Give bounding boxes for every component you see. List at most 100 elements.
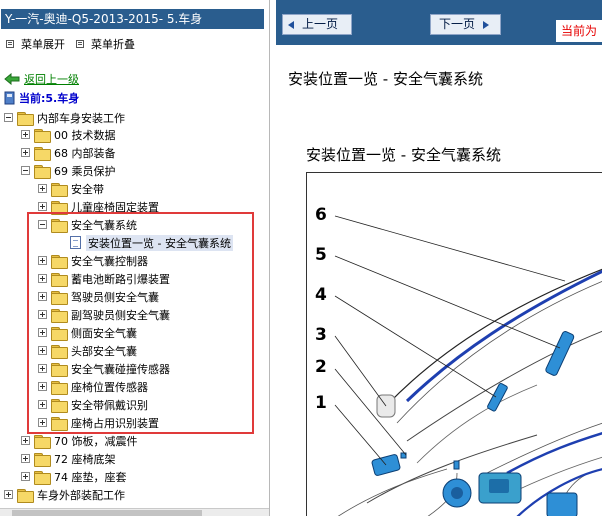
horizontal-scrollbar[interactable] <box>0 508 269 516</box>
callout-6: 6 <box>315 205 327 225</box>
folder-icon <box>51 362 68 377</box>
tree-node-airbag-overview[interactable]: 安装位置一览 - 安全气囊系统 <box>70 234 233 251</box>
tree-node-exterior-body[interactable]: 车身外部装配工作 <box>4 486 125 503</box>
expand-icon[interactable] <box>38 292 47 301</box>
expand-icon[interactable] <box>38 418 47 427</box>
tree-node-head-airbag[interactable]: 头部安全气囊 <box>38 342 137 359</box>
tree-node-label: 72 座椅底架 <box>54 452 116 466</box>
tree-node-side-airbag[interactable]: 侧面安全气囊 <box>38 324 137 341</box>
tree-node-passenger-airbag[interactable]: 副驾驶员侧安全气囊 <box>38 306 170 323</box>
tree-node-70[interactable]: 70 饰板，减震件 <box>21 432 138 449</box>
expand-icon[interactable] <box>21 148 30 157</box>
expand-icon[interactable] <box>38 256 47 265</box>
folder-icon <box>34 146 51 161</box>
tree-node-label: 69 乘员保护 <box>54 164 116 178</box>
tree-node-68[interactable]: 68 内部装备 <box>21 144 116 161</box>
document-icon <box>70 236 81 249</box>
tree-node-label: 侧面安全气囊 <box>71 326 137 340</box>
tree-node-label: 头部安全气囊 <box>71 344 137 358</box>
menu-icon <box>6 40 14 48</box>
expand-icon[interactable] <box>21 436 30 445</box>
folder-icon <box>51 182 68 197</box>
scrollbar-thumb[interactable] <box>12 510 202 516</box>
tree-node-69[interactable]: 69 乘员保护 <box>21 162 116 179</box>
tree-node-seatbelt[interactable]: 安全带 <box>38 180 104 197</box>
current-tab: 当前为 <box>556 20 602 42</box>
tree-node-label: 驾驶员侧安全气囊 <box>71 290 159 304</box>
expand-all-button[interactable]: 菜单展开 <box>6 36 65 52</box>
expand-icon[interactable] <box>38 310 47 319</box>
green-left-arrow-icon <box>4 73 20 85</box>
tree-node-00[interactable]: 00 技术数据 <box>21 126 116 143</box>
folder-icon <box>34 128 51 143</box>
current-location: 当前:5.车身 <box>4 90 79 106</box>
tree-node-label: 安全带佩戴识别 <box>71 398 148 412</box>
airbag-location-diagram: 6 5 4 3 2 1 <box>306 172 602 516</box>
tree-node-crash-sensor[interactable]: 安全气囊碰撞传感器 <box>38 360 170 377</box>
collapse-all-button[interactable]: 菜单折叠 <box>76 36 135 52</box>
tree-node-label: 座椅位置传感器 <box>71 380 148 394</box>
tree-node-label: 蓄电池断路引爆装置 <box>71 272 170 286</box>
tree-node-inner-body[interactable]: 内部车身安装工作 <box>4 109 125 126</box>
tree-node-seat-position-sensor[interactable]: 座椅位置传感器 <box>38 378 148 395</box>
collapse-icon[interactable] <box>21 166 30 175</box>
left-arrow-icon <box>288 20 294 29</box>
tree-node-airbag-system[interactable]: 安全气囊系统 <box>38 216 137 233</box>
expand-all-label: 菜单展开 <box>21 38 65 51</box>
expand-icon[interactable] <box>38 400 47 409</box>
tree-node-label: 副驾驶员侧安全气囊 <box>71 308 170 322</box>
folder-icon <box>34 470 51 485</box>
tree-node-driver-airbag[interactable]: 驾驶员侧安全气囊 <box>38 288 159 305</box>
callout-5: 5 <box>315 245 327 265</box>
folder-icon <box>51 380 68 395</box>
callout-2: 2 <box>315 357 327 377</box>
folder-icon <box>51 398 68 413</box>
tree-node-label: 内部车身安装工作 <box>37 111 125 125</box>
expand-icon[interactable] <box>21 454 30 463</box>
tree-node-label: 70 饰板，减震件 <box>54 434 138 448</box>
tree-node-child-seat[interactable]: 儿童座椅固定装置 <box>38 198 159 215</box>
callout-1: 1 <box>315 393 327 413</box>
tree-node-battery-disconnect[interactable]: 蓄电池断路引爆装置 <box>38 270 170 287</box>
expand-icon[interactable] <box>38 328 47 337</box>
tree-node-72[interactable]: 72 座椅底架 <box>21 450 116 467</box>
folder-icon <box>51 344 68 359</box>
collapse-icon[interactable] <box>38 220 47 229</box>
expand-icon[interactable] <box>21 130 30 139</box>
folder-icon <box>51 272 68 287</box>
expand-icon[interactable] <box>38 202 47 211</box>
folder-icon <box>51 308 68 323</box>
collapse-all-label: 菜单折叠 <box>91 38 135 51</box>
back-link[interactable]: 返回上一级 <box>4 71 79 87</box>
expand-icon[interactable] <box>4 490 13 499</box>
prev-page-button[interactable]: 上一页 <box>282 14 352 35</box>
collapse-icon[interactable] <box>4 113 13 122</box>
vehicle-illustration <box>334 215 602 516</box>
tree-node-label: 车身外部装配工作 <box>37 488 125 502</box>
folder-icon <box>51 290 68 305</box>
tree-node-airbag-controller[interactable]: 安全气囊控制器 <box>38 252 148 269</box>
tree-node-74[interactable]: 74 座垫，座套 <box>21 468 127 485</box>
tree-node-label: 安全气囊碰撞传感器 <box>71 362 170 376</box>
right-arrow-icon <box>483 20 490 29</box>
expand-icon[interactable] <box>38 382 47 391</box>
back-link-label: 返回上一级 <box>24 73 79 86</box>
tree-node-label: 座椅占用识别装置 <box>71 416 159 430</box>
panel-title: Y-一汽-奥迪-Q5-2013-2015- 5.车身 <box>1 9 264 29</box>
folder-icon <box>51 326 68 341</box>
expand-icon[interactable] <box>38 184 47 193</box>
tree-node-seat-occupancy[interactable]: 座椅占用识别装置 <box>38 414 159 431</box>
callout-3: 3 <box>315 325 327 345</box>
expand-icon[interactable] <box>21 472 30 481</box>
section-title: 安装位置一览 - 安全气囊系统 <box>306 146 501 164</box>
menu-icon <box>76 40 84 48</box>
tree-node-label: 安装位置一览 - 安全气囊系统 <box>86 234 233 251</box>
expand-icon[interactable] <box>38 346 47 355</box>
folder-icon <box>51 254 68 269</box>
content-panel: 上一页 下一页 当前为 安装位置一览 - 安全气囊系统 安装位置一览 - 安全气… <box>276 0 602 516</box>
next-page-button[interactable]: 下一页 <box>430 14 501 35</box>
expand-icon[interactable] <box>38 274 47 283</box>
book-icon <box>4 91 15 105</box>
expand-icon[interactable] <box>38 364 47 373</box>
tree-node-belt-recognition[interactable]: 安全带佩戴识别 <box>38 396 148 413</box>
